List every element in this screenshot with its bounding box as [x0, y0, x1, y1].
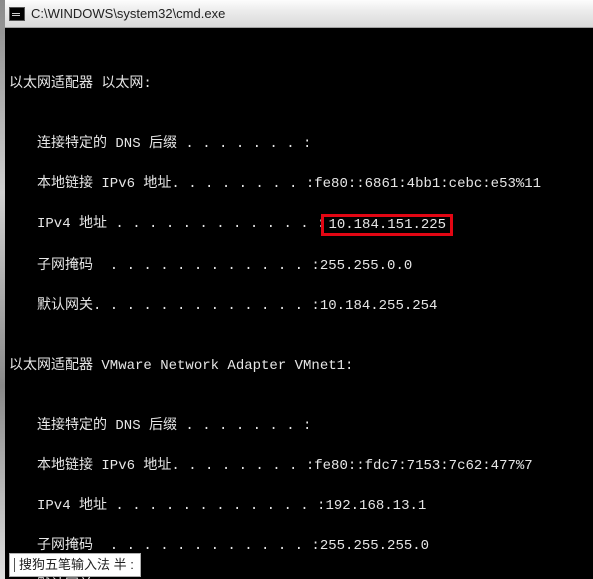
ipv6-link-label: 本地链接 IPv6 地址: [37, 174, 171, 194]
dots: . . . . . . . . :: [171, 456, 314, 476]
console-output[interactable]: 以太网适配器 以太网: 连接特定的 DNS 后缀 . . . . . . . :…: [5, 28, 593, 579]
subnet-label: 子网掩码: [37, 256, 93, 276]
cmd-window: C:\WINDOWS\system32\cmd.exe 以太网适配器 以太网: …: [0, 0, 593, 579]
gateway-label: 默认网关: [37, 296, 93, 316]
window-title: C:\WINDOWS\system32\cmd.exe: [31, 6, 225, 21]
titlebar[interactable]: C:\WINDOWS\system32\cmd.exe: [5, 0, 593, 28]
dots: . . . . . . . . . . . . :: [107, 496, 325, 516]
ime-divider-icon: [14, 558, 15, 572]
dots: . . . . . . . . :: [171, 174, 314, 194]
ime-text: 搜狗五笔输入法 半 :: [19, 555, 134, 575]
subnet-value: 255.255.0.0: [320, 256, 412, 276]
cmd-icon: [9, 7, 25, 21]
section-header: 以太网适配器 VMware Network Adapter VMnet1:: [9, 356, 353, 376]
dns-suffix-label: 连接特定的 DNS 后缀: [37, 416, 177, 436]
ipv4-label: IPv4 地址: [37, 496, 107, 516]
ipv4-value: 192.168.13.1: [325, 496, 426, 516]
section-header: 以太网适配器 以太网:: [9, 74, 152, 94]
ipv4-label: IPv4 地址: [37, 214, 107, 236]
dots: . . . . . . . . . . . . . :: [93, 296, 320, 316]
ipv4-value: 10.184.151.225: [328, 217, 446, 233]
dots: . . . . . . . :: [177, 416, 311, 436]
ipv6-link-label: 本地链接 IPv6 地址: [37, 456, 171, 476]
ime-status-bar[interactable]: 搜狗五笔输入法 半 :: [9, 553, 141, 577]
dns-suffix-label: 连接特定的 DNS 后缀: [37, 134, 177, 154]
highlighted-ipv4: 10.184.151.225: [321, 214, 453, 236]
dots: . . . . . . . :: [177, 134, 311, 154]
subnet-value: 255.255.255.0: [320, 536, 429, 556]
dots: . . . . . . . . . . . . :: [107, 214, 325, 236]
ipv6-link-value: fe80::fdc7:7153:7c62:477%7: [314, 456, 532, 476]
ipv6-link-value: fe80::6861:4bb1:cebc:e53%11: [314, 174, 541, 194]
dots: . . . . . . . . . . . . :: [93, 256, 320, 276]
gateway-value: 10.184.255.254: [320, 296, 438, 316]
